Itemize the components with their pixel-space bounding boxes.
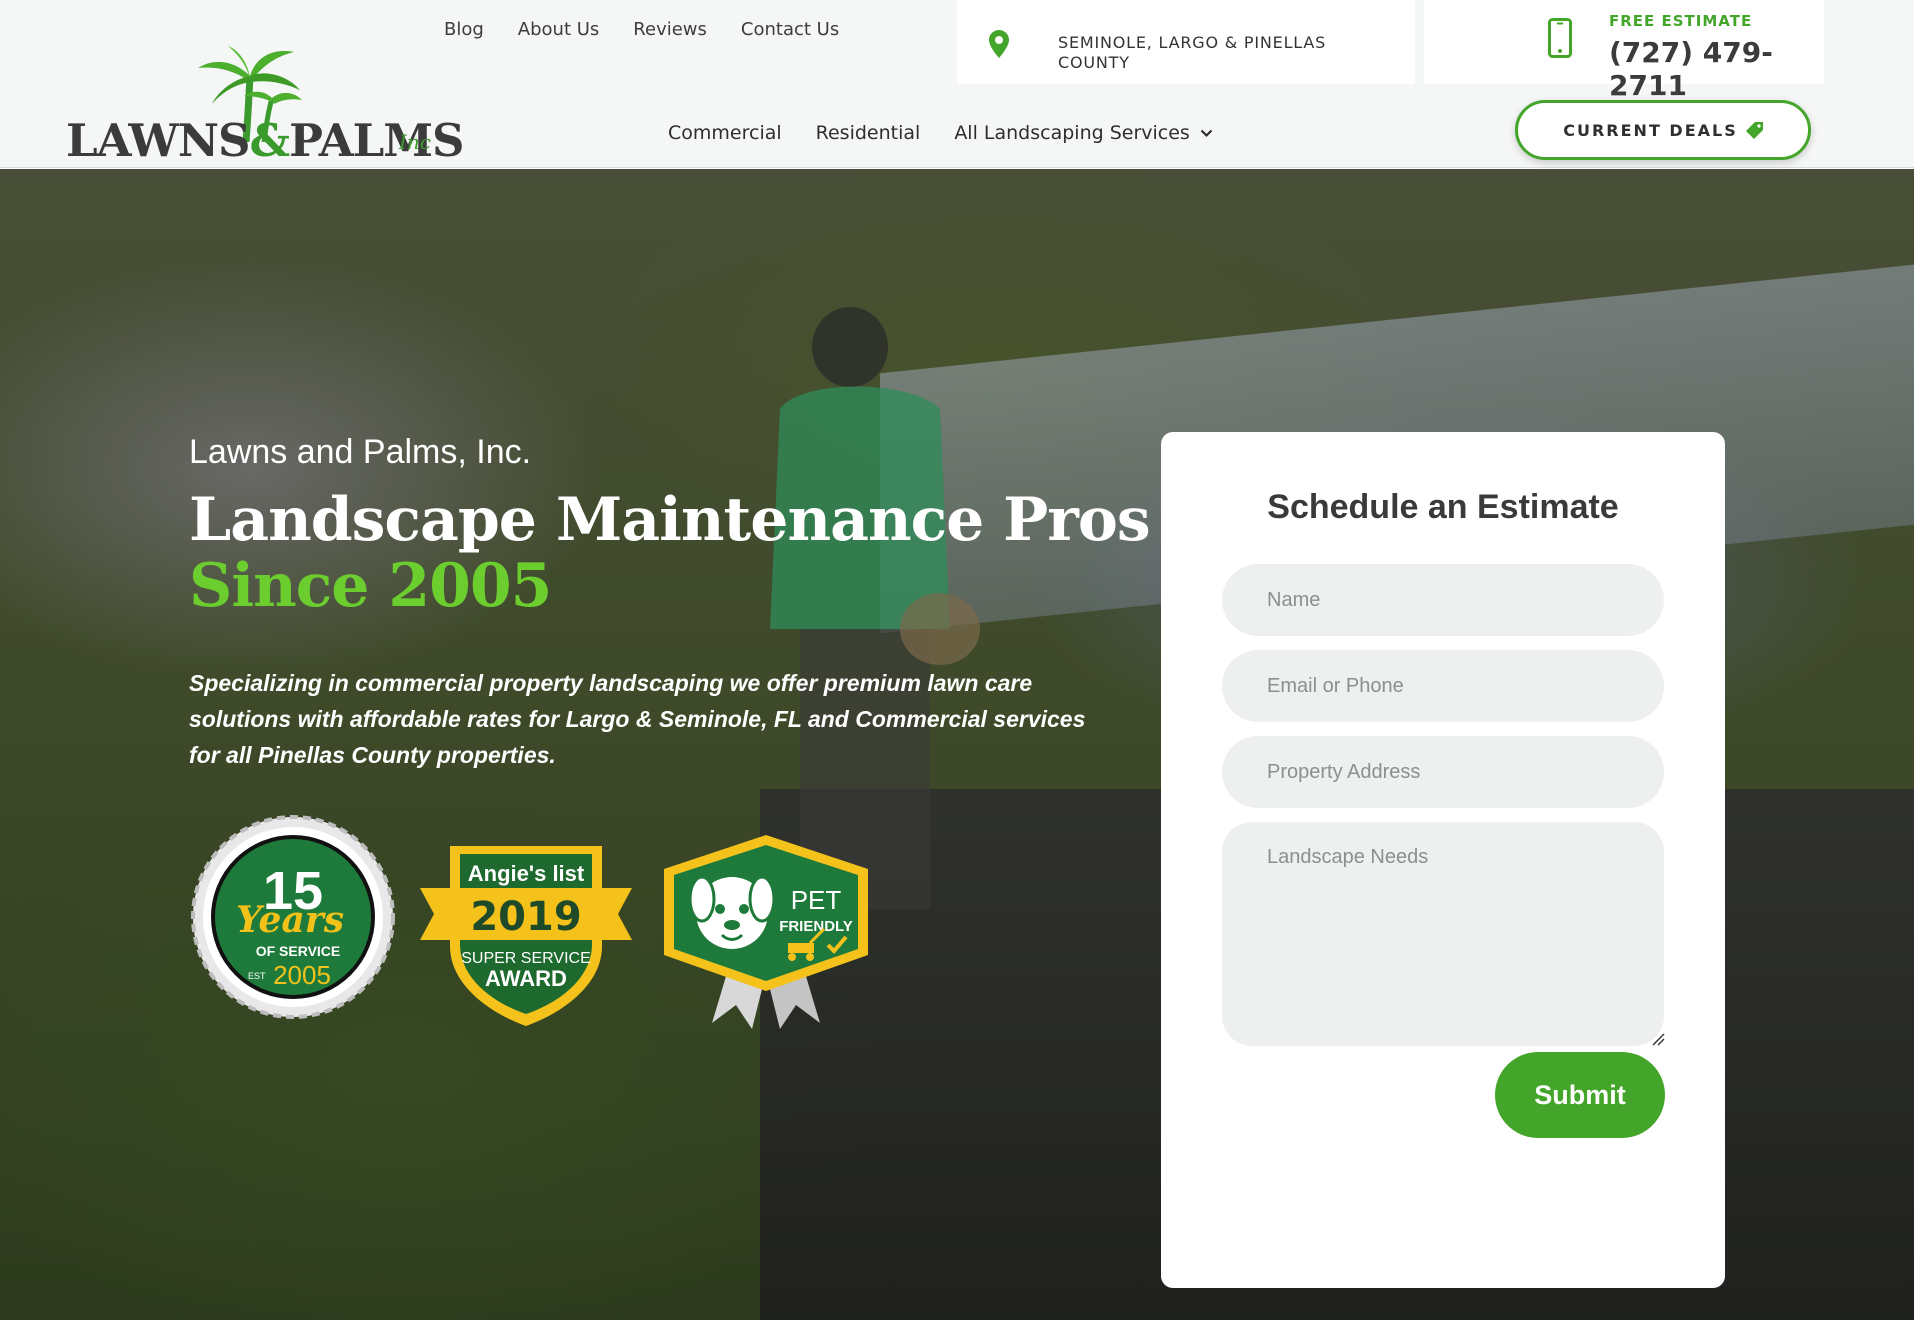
current-deals-label: CURRENT DEALS bbox=[1563, 120, 1738, 140]
service-area-text: SEMINOLE, LARGO & PINELLAS COUNTY bbox=[1058, 33, 1326, 73]
phone-number[interactable]: (727) 479-2711 bbox=[1609, 36, 1824, 102]
current-deals-button[interactable]: CURRENT DEALS bbox=[1515, 100, 1811, 160]
service-area-line1: SEMINOLE, LARGO & PINELLAS bbox=[1058, 33, 1327, 52]
nav-residential-label: Residential bbox=[815, 122, 921, 144]
hero-description: Specializing in commercial property land… bbox=[189, 670, 1086, 768]
nav-contact-us[interactable]: Contact Us bbox=[741, 19, 839, 40]
badge-pet-line1: PET bbox=[791, 885, 842, 915]
site-header: LAWNS&PALMS Inc Blog About Us Reviews Co… bbox=[0, 0, 1914, 168]
pet-friendly-badge: PET FRIENDLY bbox=[664, 835, 868, 1029]
badge-years-year: 2005 bbox=[273, 960, 331, 990]
property-address-field[interactable] bbox=[1222, 736, 1664, 808]
badge-years-script: Years bbox=[236, 899, 344, 941]
free-estimate-label: FREE ESTIMATE bbox=[1609, 12, 1753, 30]
badge-angie-line1: SUPER SERVICE bbox=[461, 950, 591, 967]
map-pin-icon bbox=[989, 30, 1009, 58]
nav-all-services-dropdown[interactable]: All Landscaping Services bbox=[954, 122, 1213, 144]
nav-commercial[interactable]: Commercial bbox=[668, 122, 782, 144]
hero-eyebrow: Lawns and Palms, Inc. bbox=[189, 433, 532, 471]
estimate-form: Schedule an Estimate Submit bbox=[1161, 432, 1725, 1288]
years-of-service-badge: 15 Years OF SERVICE EST 2005 bbox=[191, 815, 395, 1019]
service-area-line2: COUNTY bbox=[1058, 53, 1130, 72]
badge-pet-line2: FRIENDLY bbox=[779, 918, 853, 935]
email-or-phone-field[interactable] bbox=[1222, 650, 1664, 722]
estimate-form-title: Schedule an Estimate bbox=[1267, 488, 1619, 526]
tag-icon bbox=[1745, 121, 1763, 139]
hero-headline-line1: Landscape Maintenance Pros bbox=[189, 485, 1151, 555]
textarea-resize-grip-icon[interactable] bbox=[1651, 1032, 1665, 1046]
logo-word-lawns: LAWNS bbox=[66, 114, 250, 167]
service-area: SEMINOLE, LARGO & PINELLAS COUNTY bbox=[957, 0, 1415, 84]
main-nav: Commercial Residential All Landscaping S… bbox=[668, 122, 1213, 144]
angies-list-award-badge: Angie's list 2019 SUPER SERVICE AWARD bbox=[420, 846, 632, 1026]
nav-all-services-label: All Landscaping Services bbox=[954, 122, 1190, 144]
hero-headline-line2: Since 2005 bbox=[189, 551, 552, 621]
top-nav: Blog About Us Reviews Contact Us bbox=[444, 19, 839, 40]
nav-blog[interactable]: Blog bbox=[444, 19, 484, 40]
logo-word-palms: PALMS bbox=[289, 114, 464, 167]
badge-years-est: EST bbox=[248, 971, 266, 981]
landscape-needs-field[interactable] bbox=[1222, 822, 1664, 1046]
badge-angie-year: 2019 bbox=[470, 894, 581, 940]
free-estimate-box[interactable]: FREE ESTIMATE (727) 479-2711 bbox=[1424, 0, 1824, 102]
nav-reviews[interactable]: Reviews bbox=[633, 19, 707, 40]
nav-commercial-label: Commercial bbox=[668, 122, 782, 144]
logo-ampersand: & bbox=[249, 114, 290, 167]
badge-angie-brand: Angie's list bbox=[468, 861, 585, 886]
mobile-phone-icon bbox=[1548, 18, 1572, 58]
logo-inc: Inc bbox=[399, 130, 431, 154]
chevron-down-icon bbox=[1200, 129, 1213, 137]
badge-angie-line2: AWARD bbox=[485, 966, 567, 991]
badge-years-sub: OF SERVICE bbox=[256, 943, 341, 959]
hero-headline: Landscape Maintenance Pros Since 2005 bbox=[189, 485, 1151, 621]
name-field[interactable] bbox=[1222, 564, 1664, 636]
nav-residential[interactable]: Residential bbox=[816, 122, 921, 144]
site-logo[interactable]: LAWNS&PALMS Inc bbox=[66, 46, 465, 167]
submit-button[interactable]: Submit bbox=[1495, 1052, 1665, 1138]
nav-about-us[interactable]: About Us bbox=[518, 19, 600, 40]
